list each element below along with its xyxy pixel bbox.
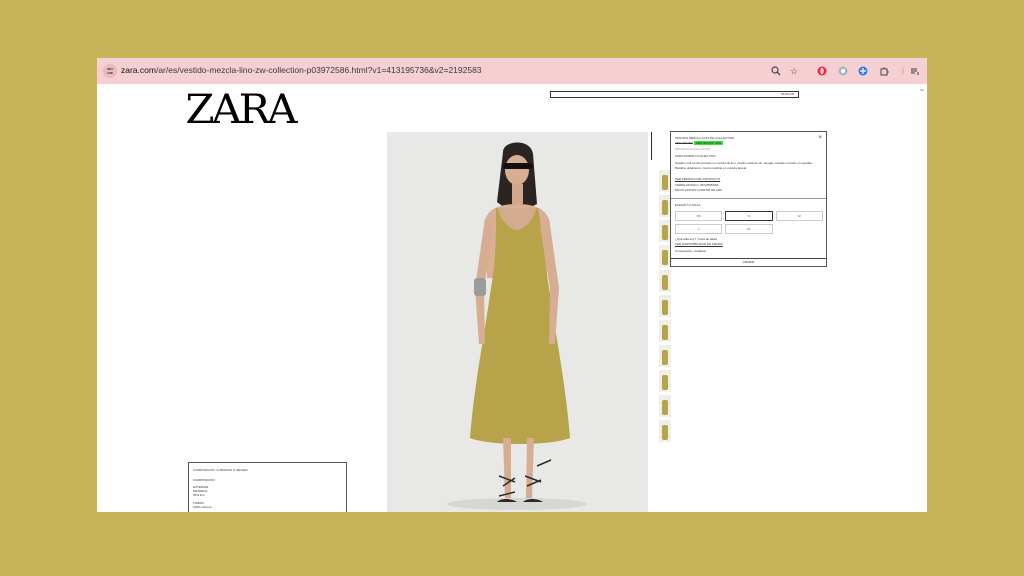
zoom-icon[interactable] xyxy=(770,65,782,77)
size-option-l[interactable]: L xyxy=(675,224,723,234)
address-bar[interactable]: zara.com/ar/es/vestido-mezcla-lino-zw-co… xyxy=(121,65,482,75)
delivery-line: ENVÍO GRATIS A PARTIR DE ARS xyxy=(675,188,723,192)
reference-line: VERDE MUSGO | 3972/586/500 xyxy=(675,183,719,187)
search-input[interactable]: BUSCAR xyxy=(550,91,799,98)
translate-icon[interactable] xyxy=(857,65,869,77)
star-icon[interactable]: ☆ xyxy=(788,65,800,77)
composition-link[interactable]: Composición, cuidados xyxy=(675,249,706,253)
price-old: ARS 000.000 xyxy=(675,141,693,145)
thumbnail[interactable] xyxy=(659,420,671,442)
toolbar-divider: | xyxy=(902,67,904,75)
size-selector: XS S M L XL xyxy=(675,211,823,234)
price-badge: ARS 000.000 -30% xyxy=(693,141,724,145)
puzzle-icon[interactable] xyxy=(878,65,890,77)
page-content: ZARA BUSCAR INI × VESTIDO MEZCLA LINO ZW… xyxy=(97,84,927,512)
url-path: /ar/es/vestido-mezcla-lino-zw-collection… xyxy=(155,65,482,75)
description-line-2: Bolsillos delanteros. Cierre invisible e… xyxy=(675,166,747,170)
site-settings-icon[interactable] xyxy=(103,64,117,78)
composition-panel: COMPOSICIÓN, CUIDADOS & ORIGEN COMPOSICI… xyxy=(188,462,347,512)
thumbnail[interactable] xyxy=(659,370,671,392)
size-option-s[interactable]: S xyxy=(725,211,773,221)
close-icon[interactable]: × xyxy=(818,135,822,141)
panel-divider xyxy=(671,198,826,199)
product-title: VESTIDO MEZCLA LINO ZW COLLECTION xyxy=(675,136,735,140)
edge-label: INI xyxy=(920,88,924,92)
opera-icon[interactable] xyxy=(816,65,828,77)
composition-subheading: COMPOSICIÓN xyxy=(193,478,215,482)
product-info-panel: × VESTIDO MEZCLA LINO ZW COLLECTION ARS … xyxy=(670,131,827,267)
size-guide-link[interactable]: ¿Qué talla soy? | Guía de tallas xyxy=(675,237,717,241)
product-photo[interactable] xyxy=(387,132,648,512)
url-domain: zara.com xyxy=(121,65,156,75)
size-option-xl[interactable]: XL xyxy=(725,224,773,234)
extension-icon[interactable] xyxy=(837,65,849,77)
zara-logo[interactable]: ZARA xyxy=(185,88,297,132)
size-heading: ELEGIR TU TALLA xyxy=(675,203,701,207)
browser-window: zara.com/ar/es/vestido-mezcla-lino-zw-co… xyxy=(97,58,927,512)
price-row: ARS 000.000 ARS 000.000 -30% xyxy=(675,141,724,145)
collection-label: ZARA WOMAN COLLECTION xyxy=(675,154,716,158)
thumbnail[interactable] xyxy=(659,270,671,292)
browser-toolbar: zara.com/ar/es/vestido-mezcla-lino-zw-co… xyxy=(97,58,927,84)
composition-line: 100% viscosa xyxy=(193,505,212,509)
thumbnail[interactable] xyxy=(659,295,671,317)
thumbnail[interactable] xyxy=(659,395,671,417)
add-to-cart-button[interactable]: AÑADIR xyxy=(671,258,826,266)
menu-icon[interactable] xyxy=(909,65,921,77)
composition-heading: COMPOSICIÓN, CUIDADOS & ORIGEN xyxy=(193,468,248,472)
price-note: IMPUESTOS INCLUIDOS xyxy=(675,147,710,151)
thumbnail[interactable] xyxy=(659,320,671,342)
composition-line: 55% lino xyxy=(193,493,205,497)
size-option-xs[interactable]: XS xyxy=(675,211,723,221)
model-illustration xyxy=(387,132,648,512)
store-availability-link[interactable]: VER DISPONIBILIDAD EN TIENDA xyxy=(675,242,723,246)
measurements-link[interactable]: VER MEDIDAS DEL PRODUCTO xyxy=(675,177,720,181)
thumbnail[interactable] xyxy=(659,345,671,367)
description-line-1: Vestido midi confeccionado en mezcla de … xyxy=(675,161,813,165)
gallery-divider xyxy=(651,132,652,160)
size-option-m[interactable]: M xyxy=(775,211,823,221)
